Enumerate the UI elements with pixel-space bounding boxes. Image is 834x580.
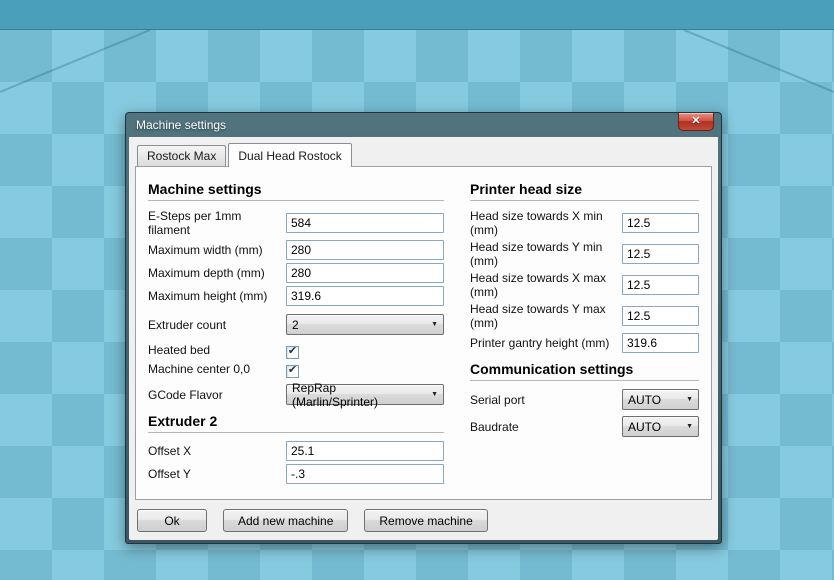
chevron-down-icon: ▼	[425, 391, 438, 398]
communication-heading: Communication settings	[470, 361, 699, 381]
extruder2-heading: Extruder 2	[148, 413, 444, 433]
tab-bar: Rostock Max Dual Head Rostock	[135, 143, 712, 166]
baudrate-dropdown[interactable]: AUTO ▼	[622, 416, 699, 437]
max-depth-input[interactable]	[286, 263, 444, 283]
max-height-input[interactable]	[286, 286, 444, 306]
head-x-max-label: Head size towards X max (mm)	[470, 271, 622, 299]
gantry-height-label: Printer gantry height (mm)	[470, 336, 622, 350]
offset-y-label: Offset Y	[148, 467, 286, 481]
head-x-min-label: Head size towards X min (mm)	[470, 209, 622, 237]
head-y-max-label: Head size towards Y max (mm)	[470, 302, 622, 330]
tab-panel: Machine settings E-Steps per 1mm filamen…	[135, 166, 712, 500]
head-x-max-input[interactable]	[622, 275, 699, 295]
offset-x-input[interactable]	[286, 441, 444, 461]
offset-x-label: Offset X	[148, 444, 286, 458]
extruder-count-label: Extruder count	[148, 318, 286, 332]
checkbox-row: Machine center 0,0 ✔	[148, 360, 444, 378]
max-depth-label: Maximum depth (mm)	[148, 266, 286, 280]
field-row: Head size towards Y min (mm)	[470, 240, 699, 268]
checkbox-row: Heated bed ✔	[148, 341, 444, 359]
field-row: Head size towards X max (mm)	[470, 271, 699, 299]
printer-head-column: Printer head size Head size towards X mi…	[470, 173, 699, 487]
field-row: Baudrate AUTO ▼	[470, 416, 699, 437]
head-x-min-input[interactable]	[622, 213, 699, 233]
max-height-label: Maximum height (mm)	[148, 289, 286, 303]
field-row: GCode Flavor RepRap (Marlin/Sprinter) ▼	[148, 384, 444, 405]
serial-port-label: Serial port	[470, 393, 622, 407]
head-y-max-input[interactable]	[622, 306, 699, 326]
viewport-top-band	[0, 0, 834, 30]
gcode-flavor-label: GCode Flavor	[148, 388, 286, 402]
tab-dual-head-rostock[interactable]: Dual Head Rostock	[228, 143, 351, 167]
field-row: Offset Y	[148, 464, 444, 484]
field-row: Offset X	[148, 441, 444, 461]
field-row: Maximum width (mm)	[148, 240, 444, 260]
add-new-machine-button[interactable]: Add new machine	[223, 509, 348, 532]
max-width-label: Maximum width (mm)	[148, 243, 286, 257]
machine-center-checkbox[interactable]: ✔	[286, 365, 299, 378]
extruder-count-dropdown[interactable]: 2 ▼	[286, 314, 444, 335]
baudrate-label: Baudrate	[470, 420, 622, 434]
baudrate-value: AUTO	[628, 420, 661, 434]
esteps-input[interactable]	[286, 213, 444, 233]
remove-machine-button[interactable]: Remove machine	[364, 509, 487, 532]
field-row: Serial port AUTO ▼	[470, 389, 699, 410]
dialog-body: Rostock Max Dual Head Rostock Machine se…	[129, 137, 718, 540]
field-row: E-Steps per 1mm filament	[148, 209, 444, 237]
max-width-input[interactable]	[286, 240, 444, 260]
serial-port-dropdown[interactable]: AUTO ▼	[622, 389, 699, 410]
field-row: Head size towards X min (mm)	[470, 209, 699, 237]
chevron-down-icon: ▼	[680, 423, 693, 430]
offset-y-input[interactable]	[286, 464, 444, 484]
heated-bed-checkbox[interactable]: ✔	[286, 346, 299, 359]
close-button[interactable]: ✕	[678, 113, 714, 131]
chevron-down-icon: ▼	[680, 396, 693, 403]
machine-settings-heading: Machine settings	[148, 181, 444, 201]
machine-settings-column: Machine settings E-Steps per 1mm filamen…	[148, 173, 444, 487]
field-row: Maximum height (mm)	[148, 286, 444, 306]
close-icon: ✕	[691, 116, 700, 127]
checkmark-icon: ✔	[288, 365, 297, 376]
printer-head-heading: Printer head size	[470, 181, 699, 201]
tab-rostock-max[interactable]: Rostock Max	[137, 145, 226, 166]
field-row: Printer gantry height (mm)	[470, 333, 699, 353]
dialog-titlebar[interactable]: Machine settings ✕	[126, 113, 721, 137]
checkmark-icon: ✔	[288, 346, 297, 357]
ok-button[interactable]: Ok	[137, 509, 207, 532]
gcode-flavor-dropdown[interactable]: RepRap (Marlin/Sprinter) ▼	[286, 384, 444, 405]
esteps-label: E-Steps per 1mm filament	[148, 209, 286, 237]
machine-center-label: Machine center 0,0	[148, 362, 286, 376]
heated-bed-label: Heated bed	[148, 343, 286, 357]
field-row: Extruder count 2 ▼	[148, 314, 444, 335]
dialog-button-row: Ok Add new machine Remove machine	[135, 509, 712, 532]
machine-settings-dialog: Machine settings ✕ Rostock Max Dual Head…	[125, 112, 722, 544]
gcode-flavor-value: RepRap (Marlin/Sprinter)	[292, 381, 425, 409]
head-y-min-label: Head size towards Y min (mm)	[470, 240, 622, 268]
gantry-height-input[interactable]	[622, 333, 699, 353]
field-row: Maximum depth (mm)	[148, 263, 444, 283]
head-y-min-input[interactable]	[622, 244, 699, 264]
chevron-down-icon: ▼	[425, 321, 438, 328]
serial-port-value: AUTO	[628, 393, 661, 407]
dialog-title: Machine settings	[136, 118, 226, 132]
extruder-count-value: 2	[292, 318, 299, 332]
field-row: Head size towards Y max (mm)	[470, 302, 699, 330]
